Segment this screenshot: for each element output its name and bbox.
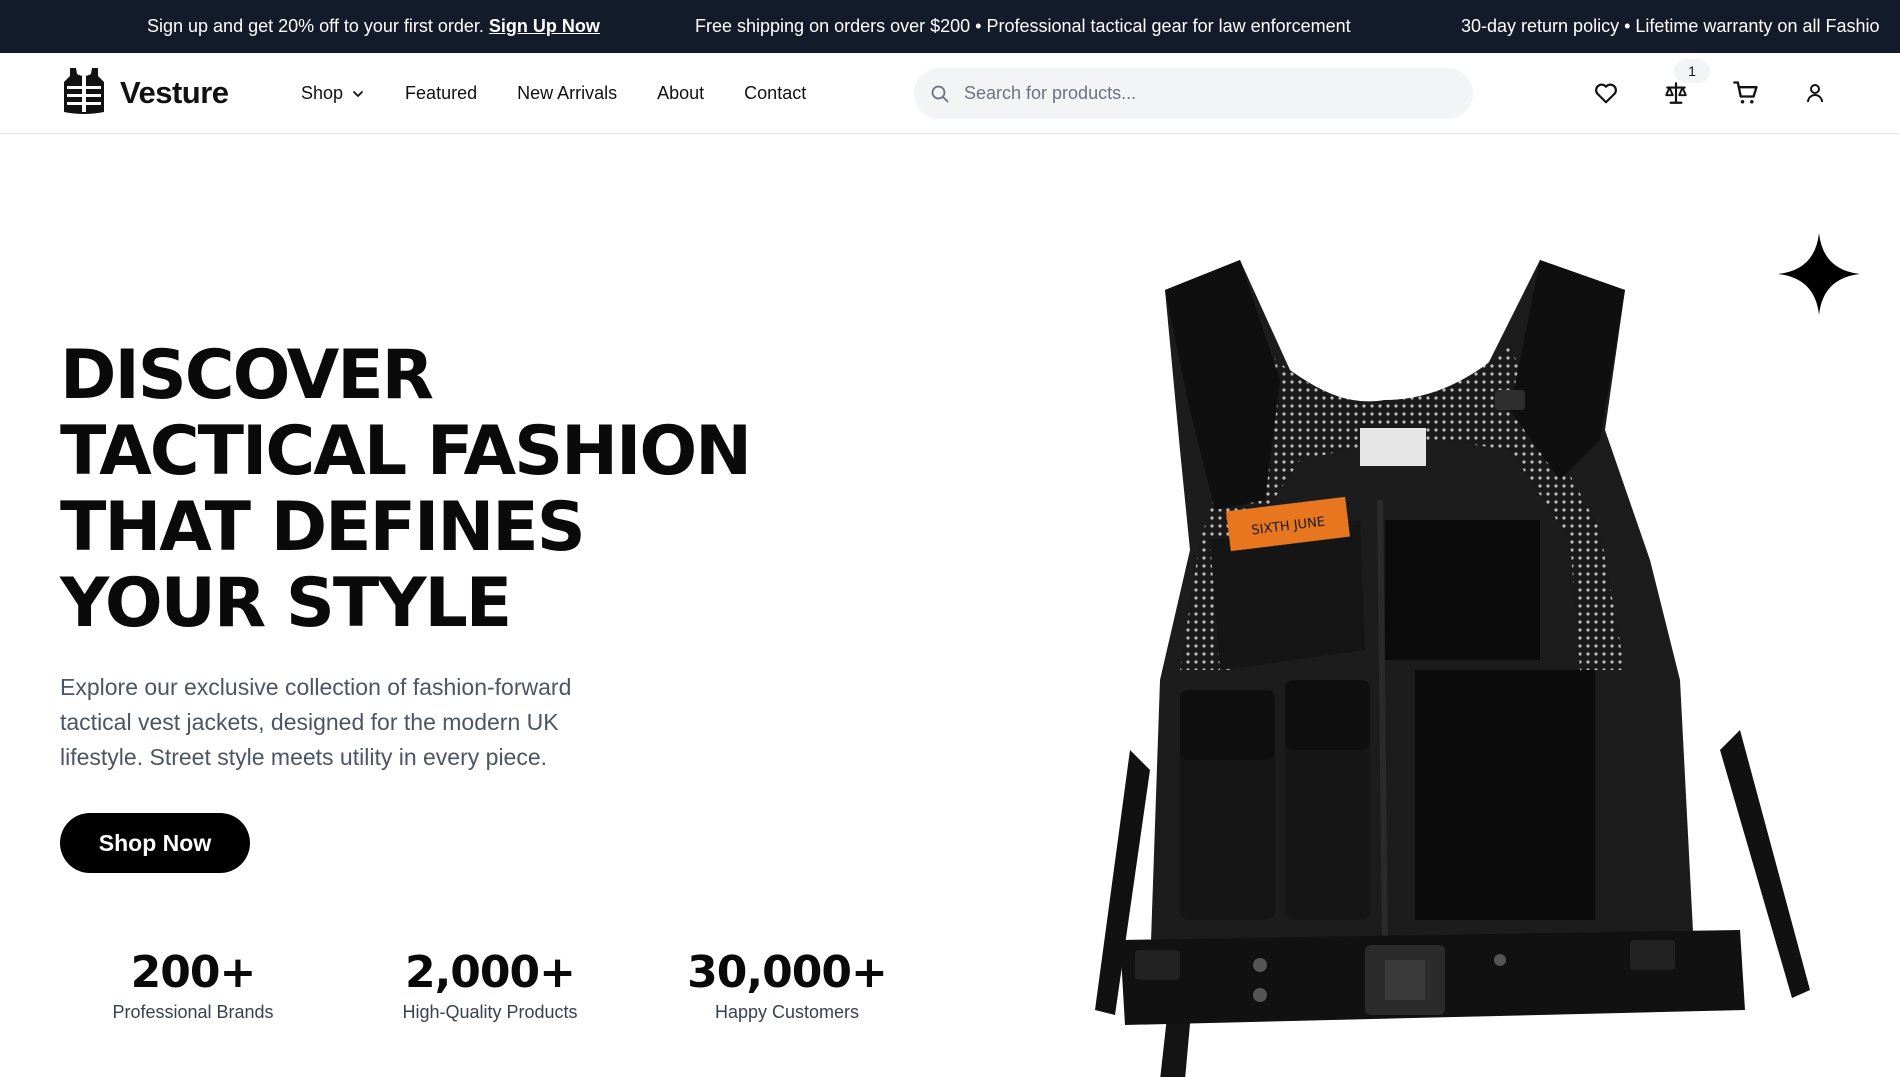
stat-value: 30,000+: [687, 947, 888, 998]
stat-item: 200+ Professional Brands: [43, 948, 343, 1023]
nav-about[interactable]: About: [657, 83, 704, 104]
hero-title-line: TACTICAL FASHION: [60, 412, 752, 491]
stat-value: 200+: [130, 947, 257, 998]
cart-button[interactable]: [1731, 78, 1761, 108]
site-header: Vesture Shop Featured New Arrivals About…: [0, 53, 1900, 134]
nav-new-arrivals[interactable]: New Arrivals: [517, 83, 617, 104]
hero-title-line: DISCOVER: [60, 336, 434, 415]
nav-shop-label: Shop: [301, 83, 344, 103]
compare-scale-icon: [1665, 82, 1687, 104]
announcement-promo: Sign up and get 20% off to your first or…: [147, 0, 600, 53]
search-input[interactable]: [964, 83, 1444, 104]
brand-logo[interactable]: Vesture: [62, 66, 229, 121]
chevron-down-icon: [353, 90, 363, 97]
nav-shop[interactable]: Shop: [301, 83, 365, 104]
search-icon: [931, 85, 949, 102]
sign-up-link[interactable]: Sign Up Now: [489, 16, 600, 36]
promo-text: Sign up and get 20% off to your first or…: [147, 16, 484, 36]
search-bar[interactable]: [914, 68, 1473, 119]
hero-product-image: SIXTH JUNE: [1040, 250, 1820, 1077]
announcement-bar: Sign up and get 20% off to your first or…: [0, 0, 1900, 53]
hero-description: Explore our exclusive collection of fash…: [60, 674, 572, 770]
stat-label: Professional Brands: [112, 1002, 274, 1022]
main-nav: Shop Featured New Arrivals About Contact: [301, 53, 846, 134]
stat-value: 2,000+: [404, 947, 576, 998]
heart-icon: [1595, 83, 1617, 104]
hero-title: DISCOVER TACTICAL FASHION THAT DEFINES Y…: [60, 338, 880, 642]
user-icon: [1807, 84, 1823, 103]
announcement-returns: 30-day return policy • Lifetime warranty…: [1461, 16, 1880, 36]
stat-label: Happy Customers: [714, 1002, 860, 1022]
account-button[interactable]: [1800, 78, 1830, 108]
hero-title-line: YOUR STYLE: [60, 564, 512, 643]
compare-count-badge: 1: [1674, 59, 1710, 83]
stat-label: High-Quality Products: [402, 1002, 578, 1022]
stat-item: 30,000+ Happy Customers: [637, 948, 937, 1023]
stat-item: 2,000+ High-Quality Products: [340, 948, 640, 1023]
announcement-shipping: Free shipping on orders over $200 • Prof…: [695, 16, 1351, 36]
sparkle-icon: [1778, 233, 1860, 315]
wishlist-button[interactable]: [1591, 78, 1621, 108]
shop-now-button[interactable]: Shop Now: [60, 813, 250, 873]
vest-logo-icon: [62, 66, 106, 121]
nav-featured[interactable]: Featured: [405, 83, 477, 104]
brand-name: Vesture: [120, 75, 229, 110]
nav-contact[interactable]: Contact: [744, 83, 806, 104]
cart-icon: [1733, 81, 1758, 104]
hero-title-line: THAT DEFINES: [60, 488, 586, 567]
